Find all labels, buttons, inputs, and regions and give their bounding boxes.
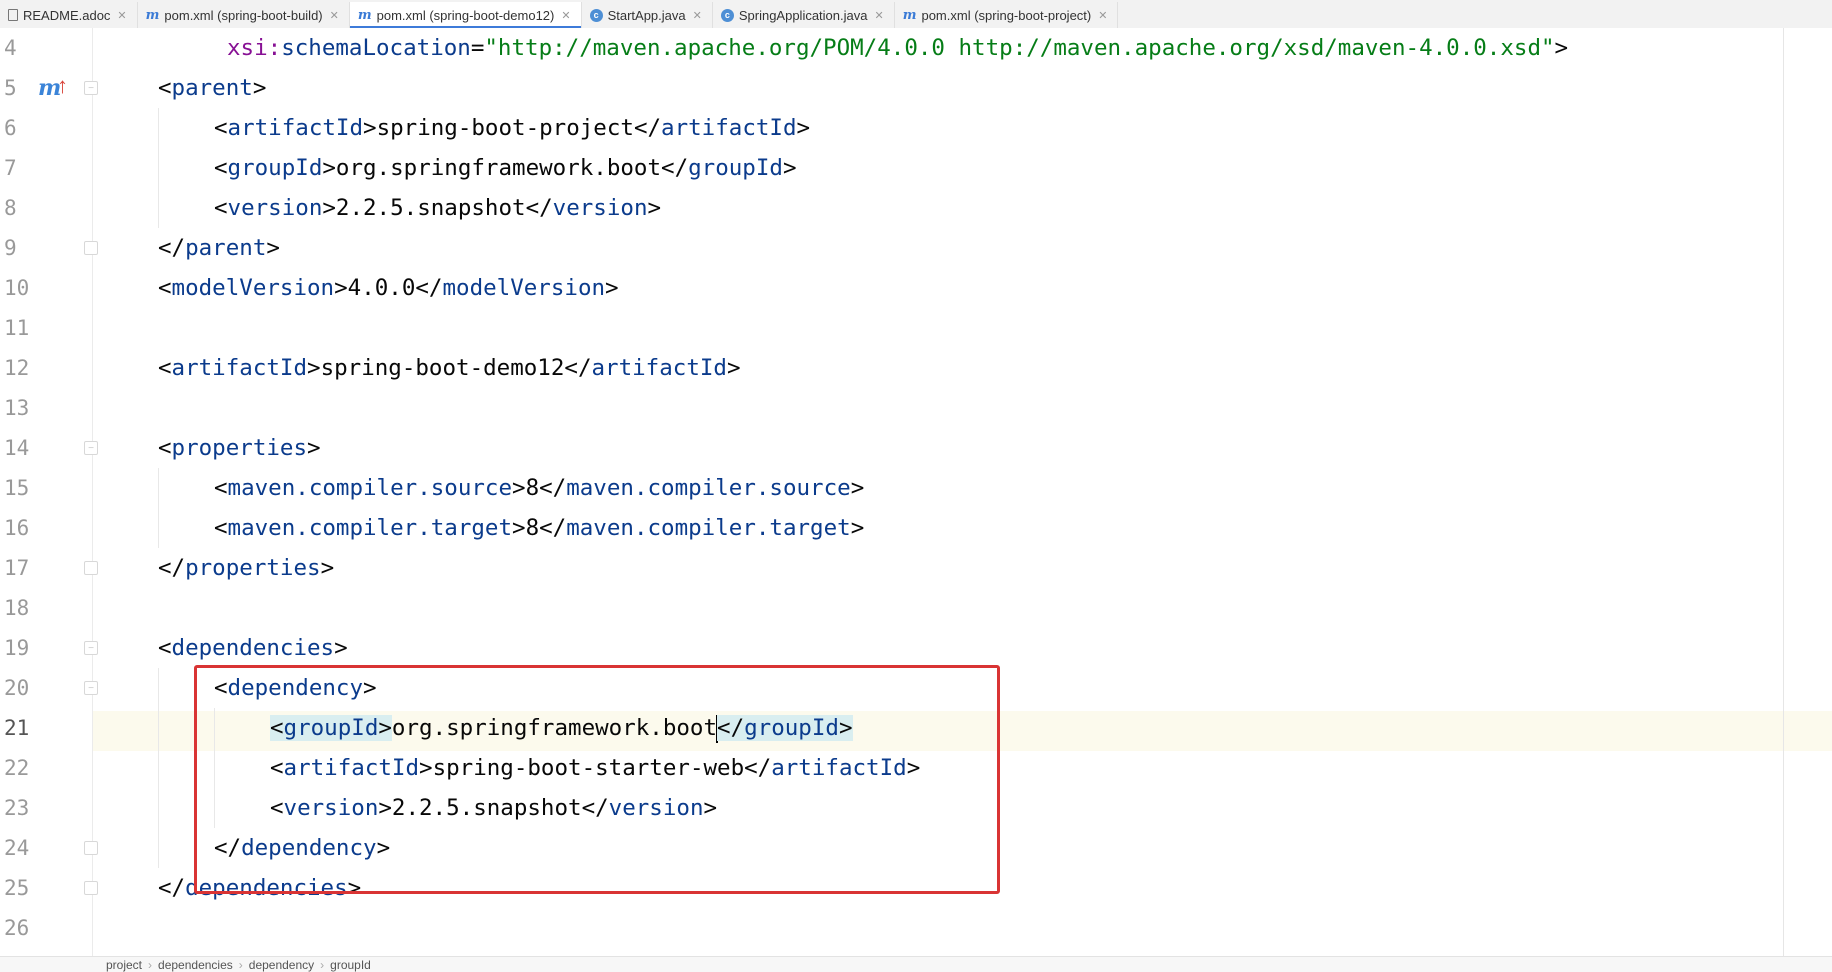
xml-tag: modelVersion bbox=[171, 275, 335, 301]
code-line-6: <artifactId>spring-boot-project</artifac… bbox=[214, 115, 811, 141]
xml-tag: groupId bbox=[744, 715, 839, 741]
xml-tag: parent bbox=[171, 75, 253, 101]
maven-icon: m bbox=[902, 7, 917, 23]
xml-tag: dependency bbox=[241, 835, 377, 861]
close-icon[interactable]: ✕ bbox=[117, 9, 126, 22]
breadcrumb-item[interactable]: project bbox=[100, 958, 148, 972]
xml-text: 2.2.5.snapshot bbox=[391, 795, 582, 821]
code-line-9: </parent> bbox=[158, 235, 280, 261]
xml-tag: groupId bbox=[227, 155, 323, 181]
code-line-5: <parent> bbox=[158, 75, 267, 101]
breadcrumb-item[interactable]: groupId bbox=[324, 958, 377, 972]
xml-tag: version bbox=[227, 195, 323, 221]
xml-attr-namespace: xsi bbox=[227, 35, 268, 61]
xml-text: spring-boot-demo12 bbox=[320, 355, 565, 381]
xml-tag: maven.compiler.target bbox=[566, 515, 851, 541]
java-class-icon: c bbox=[589, 8, 603, 22]
code-line-19: <dependencies> bbox=[158, 635, 348, 661]
tab-label: README.adoc bbox=[23, 7, 111, 23]
xml-tag: properties bbox=[185, 555, 321, 581]
breadcrumb-item[interactable]: dependencies bbox=[152, 958, 239, 972]
xml-tag: maven.compiler.target bbox=[227, 515, 513, 541]
xml-tag: maven.compiler.source bbox=[227, 475, 513, 501]
maven-icon: m bbox=[357, 7, 372, 23]
code-line-8: <version>2.2.5.snapshot</version> bbox=[214, 195, 662, 221]
tab-label: SpringApplication.java bbox=[738, 7, 868, 23]
java-class-icon: c bbox=[720, 8, 734, 22]
code-line-15: <maven.compiler.source>8</maven.compiler… bbox=[214, 475, 865, 501]
line-number: 26 bbox=[4, 916, 30, 940]
xml-tag: parent bbox=[185, 235, 267, 261]
xml-tag: artifactId bbox=[771, 755, 907, 781]
xml-tag: artifactId bbox=[227, 115, 364, 141]
xml-tag: artifactId bbox=[283, 755, 420, 781]
xml-text: org.springframework.boot bbox=[335, 155, 662, 181]
close-icon[interactable]: ✕ bbox=[874, 9, 883, 22]
line-number: 11 bbox=[4, 316, 30, 340]
maven-icon: m bbox=[145, 7, 160, 23]
close-icon[interactable]: ✕ bbox=[693, 9, 702, 22]
xml-tag: dependencies bbox=[185, 875, 348, 901]
code-line-7: <groupId>org.springframework.boot</group… bbox=[214, 155, 797, 181]
tab-readme[interactable]: README.adoc ✕ bbox=[0, 2, 138, 28]
xml-tag: modelVersion bbox=[442, 275, 606, 301]
code-line-4: xsi:schemaLocation="http://maven.apache.… bbox=[227, 35, 1569, 61]
tab-pom-spring-boot-project[interactable]: m pom.xml (spring-boot-project) ✕ bbox=[895, 2, 1119, 28]
xml-tag: groupId bbox=[688, 155, 783, 181]
code-line-21: <groupId>org.springframework.boot</group… bbox=[270, 714, 853, 743]
tab-label: StartApp.java bbox=[607, 7, 686, 23]
line-number: 13 bbox=[4, 396, 30, 420]
tab-springapplication-java[interactable]: c SpringApplication.java ✕ bbox=[713, 2, 895, 28]
xml-attr-name: schemaLocation bbox=[281, 35, 471, 61]
tab-pom-spring-boot-demo12[interactable]: m pom.xml (spring-boot-demo12) ✕ bbox=[349, 2, 582, 28]
code-line-23: <version>2.2.5.snapshot</version> bbox=[270, 795, 718, 821]
code-line-10: <modelVersion>4.0.0</modelVersion> bbox=[158, 275, 619, 301]
code-line-12: <artifactId>spring-boot-demo12</artifact… bbox=[158, 355, 741, 381]
xml-text: spring-boot-project bbox=[376, 115, 634, 141]
xml-tag: groupId bbox=[283, 715, 379, 741]
tab-startapp-java[interactable]: c StartApp.java ✕ bbox=[582, 2, 713, 28]
breadcrumb: project › dependencies › dependency › group… bbox=[0, 956, 1832, 972]
xml-tag: version bbox=[608, 795, 704, 821]
code-editor[interactable]: 4 5 6 7 8 9 10 11 12 13 14 15 16 17 18 1… bbox=[0, 28, 1832, 956]
breadcrumb-item[interactable]: dependency bbox=[243, 958, 320, 972]
xml-tag: artifactId bbox=[591, 355, 727, 381]
xml-text: spring-boot-starter-web bbox=[432, 755, 745, 781]
close-icon[interactable]: ✕ bbox=[561, 9, 570, 22]
code-line-14: <properties> bbox=[158, 435, 321, 461]
close-icon[interactable]: ✕ bbox=[1098, 9, 1107, 22]
xml-tag: dependency bbox=[227, 675, 364, 701]
tab-label: pom.xml (spring-boot-project) bbox=[921, 7, 1092, 23]
code-line-16: <maven.compiler.target>8</maven.compiler… bbox=[214, 515, 865, 541]
xml-tag: maven.compiler.source bbox=[566, 475, 851, 501]
xml-tag: version bbox=[283, 795, 379, 821]
tab-label: pom.xml (spring-boot-demo12) bbox=[376, 7, 555, 23]
xml-tag: artifactId bbox=[661, 115, 797, 141]
xml-text: 8 bbox=[525, 475, 540, 501]
xml-tag: artifactId bbox=[171, 355, 308, 381]
document-icon bbox=[8, 9, 18, 21]
code-line-22: <artifactId>spring-boot-starter-web</art… bbox=[270, 755, 921, 781]
xml-text: 4.0.0 bbox=[347, 275, 416, 301]
code-line-25: </dependencies> bbox=[158, 875, 362, 901]
xml-attr-value: "http://maven.apache.org/POM/4.0.0 http:… bbox=[484, 35, 1555, 61]
line-number: 18 bbox=[4, 596, 30, 620]
xml-text: 8 bbox=[525, 515, 540, 541]
code-line-20: <dependency> bbox=[214, 675, 377, 701]
tab-label: pom.xml (spring-boot-build) bbox=[164, 7, 323, 23]
tab-pom-spring-boot-build[interactable]: m pom.xml (spring-boot-build) ✕ bbox=[138, 2, 350, 28]
editor-tab-bar: README.adoc ✕ m pom.xml (spring-boot-bui… bbox=[0, 0, 1832, 29]
close-icon[interactable]: ✕ bbox=[330, 9, 339, 22]
xml-text: org.springframework.boot bbox=[391, 715, 718, 741]
xml-tag: dependencies bbox=[171, 635, 335, 661]
xml-tag: version bbox=[552, 195, 648, 221]
xml-text: 2.2.5.snapshot bbox=[335, 195, 526, 221]
xml-tag: properties bbox=[171, 435, 308, 461]
code-line-17: </properties> bbox=[158, 555, 335, 581]
code-line-24: </dependency> bbox=[214, 835, 391, 861]
